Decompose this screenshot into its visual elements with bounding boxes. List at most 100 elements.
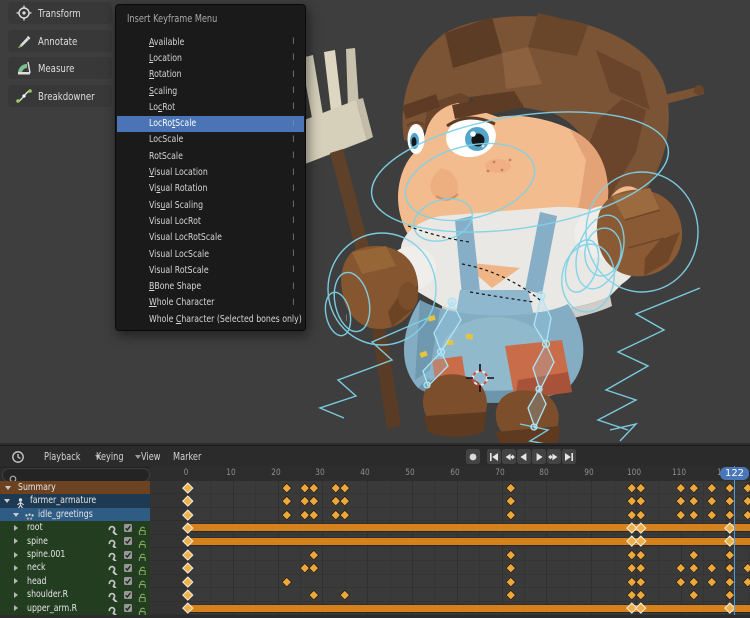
menu-item-whole-character[interactable]: Whole CharacterI bbox=[117, 295, 304, 311]
keyframe[interactable] bbox=[675, 509, 686, 520]
expand-caret[interactable] bbox=[14, 552, 18, 558]
breakdowner-tool-button[interactable]: Breakdowner bbox=[8, 85, 112, 107]
keyframe[interactable] bbox=[707, 496, 718, 507]
keyframe[interactable] bbox=[339, 496, 350, 507]
keyframe[interactable] bbox=[743, 482, 750, 493]
keyframe[interactable] bbox=[339, 509, 350, 520]
keyframe-row[interactable] bbox=[150, 508, 750, 521]
keyframe[interactable] bbox=[281, 482, 292, 493]
channel-row-spine-001[interactable]: spine.001 bbox=[0, 548, 150, 561]
menu-item-locscale[interactable]: LocScaleI bbox=[117, 132, 304, 148]
channel-row-spine[interactable]: spine bbox=[0, 535, 150, 548]
collapse-caret[interactable] bbox=[4, 499, 10, 503]
keyframe[interactable] bbox=[183, 482, 194, 493]
keyframe[interactable] bbox=[281, 509, 292, 520]
keyframe[interactable] bbox=[689, 590, 700, 601]
keyframe[interactable] bbox=[743, 576, 750, 587]
channel-enable-checkbox[interactable] bbox=[124, 524, 132, 532]
keyframe[interactable] bbox=[743, 496, 750, 507]
menu-item-rotscale[interactable]: RotScaleI bbox=[117, 148, 304, 164]
keyframe[interactable] bbox=[675, 482, 686, 493]
keyframe[interactable] bbox=[743, 509, 750, 520]
keyframe[interactable] bbox=[183, 549, 194, 560]
keyframe[interactable] bbox=[635, 496, 646, 507]
keyframe[interactable] bbox=[505, 549, 516, 560]
menu-item-visual-locrot[interactable]: Visual LocRotI bbox=[117, 213, 304, 229]
channel-enable-checkbox[interactable] bbox=[124, 591, 132, 599]
keyframe[interactable] bbox=[183, 590, 194, 601]
keyframe-area[interactable] bbox=[150, 481, 750, 615]
play-button[interactable] bbox=[532, 449, 546, 464]
menu-item-visual-location[interactable]: Visual LocationI bbox=[117, 164, 304, 180]
menu-item-bbone-shape[interactable]: BBone ShapeI bbox=[117, 279, 304, 295]
timeline-ruler[interactable]: 0102030405060708090100110120 bbox=[150, 466, 750, 481]
keyframe[interactable] bbox=[339, 590, 350, 601]
keyframe[interactable] bbox=[505, 496, 516, 507]
keyframe[interactable] bbox=[675, 496, 686, 507]
annotate-tool-button[interactable]: Annotate bbox=[8, 30, 112, 52]
channel-row-summary[interactable]: Summary bbox=[0, 481, 150, 494]
channel-row-neck[interactable]: neck bbox=[0, 561, 150, 574]
playhead[interactable] bbox=[734, 466, 736, 615]
channel-enable-checkbox[interactable] bbox=[124, 551, 132, 559]
keyframe[interactable] bbox=[689, 576, 700, 587]
keyframe-row[interactable] bbox=[150, 588, 750, 601]
keyframe-row[interactable] bbox=[150, 521, 750, 534]
channel-enable-checkbox[interactable] bbox=[124, 537, 132, 545]
keyframe[interactable] bbox=[505, 509, 516, 520]
menu-keying[interactable]: Keying bbox=[96, 446, 141, 467]
keyframe-row[interactable] bbox=[150, 494, 750, 507]
channel-search[interactable] bbox=[2, 468, 150, 482]
keyframe[interactable] bbox=[308, 509, 319, 520]
transform-tool-button[interactable]: Transform bbox=[8, 2, 112, 24]
keyframe[interactable] bbox=[635, 482, 646, 493]
keyframe[interactable] bbox=[308, 496, 319, 507]
keyframe[interactable] bbox=[308, 482, 319, 493]
channel-row-upper-arm-r[interactable]: upper_arm.R bbox=[0, 602, 150, 615]
keyframe[interactable] bbox=[707, 482, 718, 493]
channel-row-shoulder-r[interactable]: shoulder.R bbox=[0, 588, 150, 601]
menu-view[interactable]: View bbox=[141, 446, 166, 467]
keyframe[interactable] bbox=[183, 563, 194, 574]
keyframe-row[interactable] bbox=[150, 481, 750, 494]
channel-row-root[interactable]: root bbox=[0, 521, 150, 534]
keyframe[interactable] bbox=[635, 576, 646, 587]
menu-item-location[interactable]: LocationI bbox=[117, 50, 304, 66]
keyframe[interactable] bbox=[635, 590, 646, 601]
channel-row-head[interactable]: head bbox=[0, 575, 150, 588]
collapse-caret[interactable] bbox=[5, 486, 11, 490]
expand-caret[interactable] bbox=[14, 592, 18, 598]
keyframe[interactable] bbox=[308, 549, 319, 560]
3d-viewport[interactable]: TransformAnnotateMeasureBreakdowner Inse… bbox=[0, 0, 750, 443]
channel-enable-checkbox[interactable] bbox=[124, 604, 132, 612]
menu-item-rotation[interactable]: RotationI bbox=[117, 67, 304, 83]
keyframe[interactable] bbox=[308, 590, 319, 601]
keyframe[interactable] bbox=[675, 576, 686, 587]
expand-caret[interactable] bbox=[14, 578, 18, 584]
menu-item-visual-locrotscale[interactable]: Visual LocRotScaleI bbox=[117, 230, 304, 246]
keyframe-row[interactable] bbox=[150, 535, 750, 548]
next-keyframe-button[interactable] bbox=[547, 449, 561, 464]
keyframe-row[interactable] bbox=[150, 602, 750, 615]
keyframe[interactable] bbox=[689, 496, 700, 507]
keyframe-row[interactable] bbox=[150, 548, 750, 561]
keyframe[interactable] bbox=[505, 482, 516, 493]
keyframe[interactable] bbox=[183, 576, 194, 587]
keyframe-row[interactable] bbox=[150, 575, 750, 588]
expand-caret[interactable] bbox=[14, 605, 18, 611]
play-reverse-button[interactable] bbox=[517, 449, 531, 464]
jump-start-button[interactable] bbox=[487, 449, 501, 464]
channel-lock-toggle[interactable] bbox=[137, 603, 148, 615]
keyframe[interactable] bbox=[635, 509, 646, 520]
keyframe[interactable] bbox=[707, 509, 718, 520]
channel-enable-checkbox[interactable] bbox=[124, 564, 132, 572]
menu-item-visual-rotscale[interactable]: Visual RotScaleI bbox=[117, 262, 304, 278]
editor-type-button[interactable] bbox=[4, 449, 34, 464]
menu-item-scaling[interactable]: ScalingI bbox=[117, 83, 304, 99]
keyframe[interactable] bbox=[635, 563, 646, 574]
record-button[interactable] bbox=[466, 449, 480, 464]
keyframe[interactable] bbox=[505, 563, 516, 574]
channel-enable-checkbox[interactable] bbox=[124, 577, 132, 585]
channel-row-idle-greetings[interactable]: idle_greetings bbox=[0, 508, 150, 521]
keyframe[interactable] bbox=[505, 590, 516, 601]
